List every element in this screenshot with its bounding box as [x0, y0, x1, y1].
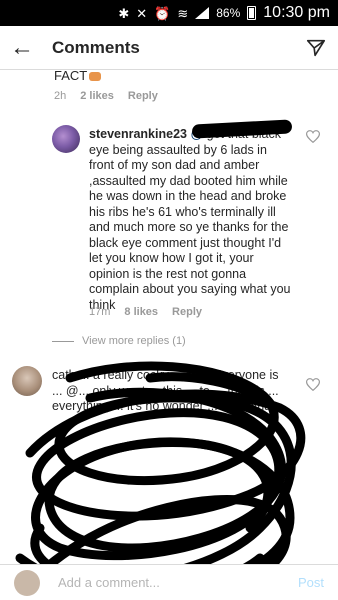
bluetooth-icon: ✱ — [118, 5, 130, 21]
alarm-icon: ⏰ — [154, 5, 171, 21]
comment-text: got that black eye being assaulted by 6 … — [89, 127, 291, 312]
comment-time: 2h — [54, 90, 67, 102]
view-replies-label: View more replies (1) — [82, 335, 186, 347]
send-icon — [306, 39, 326, 56]
avatar[interactable] — [52, 125, 80, 153]
comment-meta: 17m 8 likes Reply — [89, 306, 202, 318]
page-title: Comments — [52, 37, 140, 57]
app-header: ← Comments — [0, 26, 338, 70]
redaction-scribble — [15, 361, 306, 564]
battery-percent: 86% — [216, 6, 241, 20]
share-button[interactable] — [294, 26, 338, 70]
clock: 10:30 pm — [263, 4, 330, 21]
arrow-left-icon: ← — [10, 33, 34, 61]
heart-icon[interactable] — [306, 130, 320, 143]
post-button[interactable]: Post — [298, 575, 324, 590]
reply-button[interactable]: Reply — [128, 90, 158, 102]
comments-list[interactable]: FACT 2h 2 likes Reply stevenrankine23 @ … — [0, 70, 338, 564]
view-more-replies[interactable]: View more replies (1) — [52, 335, 186, 347]
battery-icon — [247, 6, 257, 20]
previous-comment-tail: FACT — [54, 70, 88, 83]
signal-icon — [195, 7, 210, 19]
comment-body: stevenrankine23 @ got that black eye bei… — [89, 127, 294, 313]
previous-comment-meta: 2h 2 likes Reply — [54, 90, 158, 102]
comment-username[interactable]: stevenrankine23 — [89, 127, 187, 141]
mute-icon: ✕ — [136, 5, 148, 21]
comment-time: 17m — [89, 306, 111, 318]
likes-link[interactable]: 8 likes — [124, 306, 158, 318]
back-button[interactable]: ← — [0, 26, 44, 70]
fist-emoji-icon — [89, 72, 102, 82]
comment-composer: Post — [0, 564, 338, 600]
likes-link[interactable]: 2 likes — [80, 90, 114, 102]
comment-input[interactable] — [58, 575, 298, 590]
avatar — [14, 570, 40, 596]
status-bar: ✱ ✕ ⏰ ≋ 86% 10:30 pm — [0, 0, 338, 26]
divider — [52, 340, 74, 342]
wifi-icon: ≋ — [177, 5, 189, 21]
reply-button[interactable]: Reply — [172, 306, 202, 318]
previous-comment-text: FACT — [54, 70, 102, 83]
